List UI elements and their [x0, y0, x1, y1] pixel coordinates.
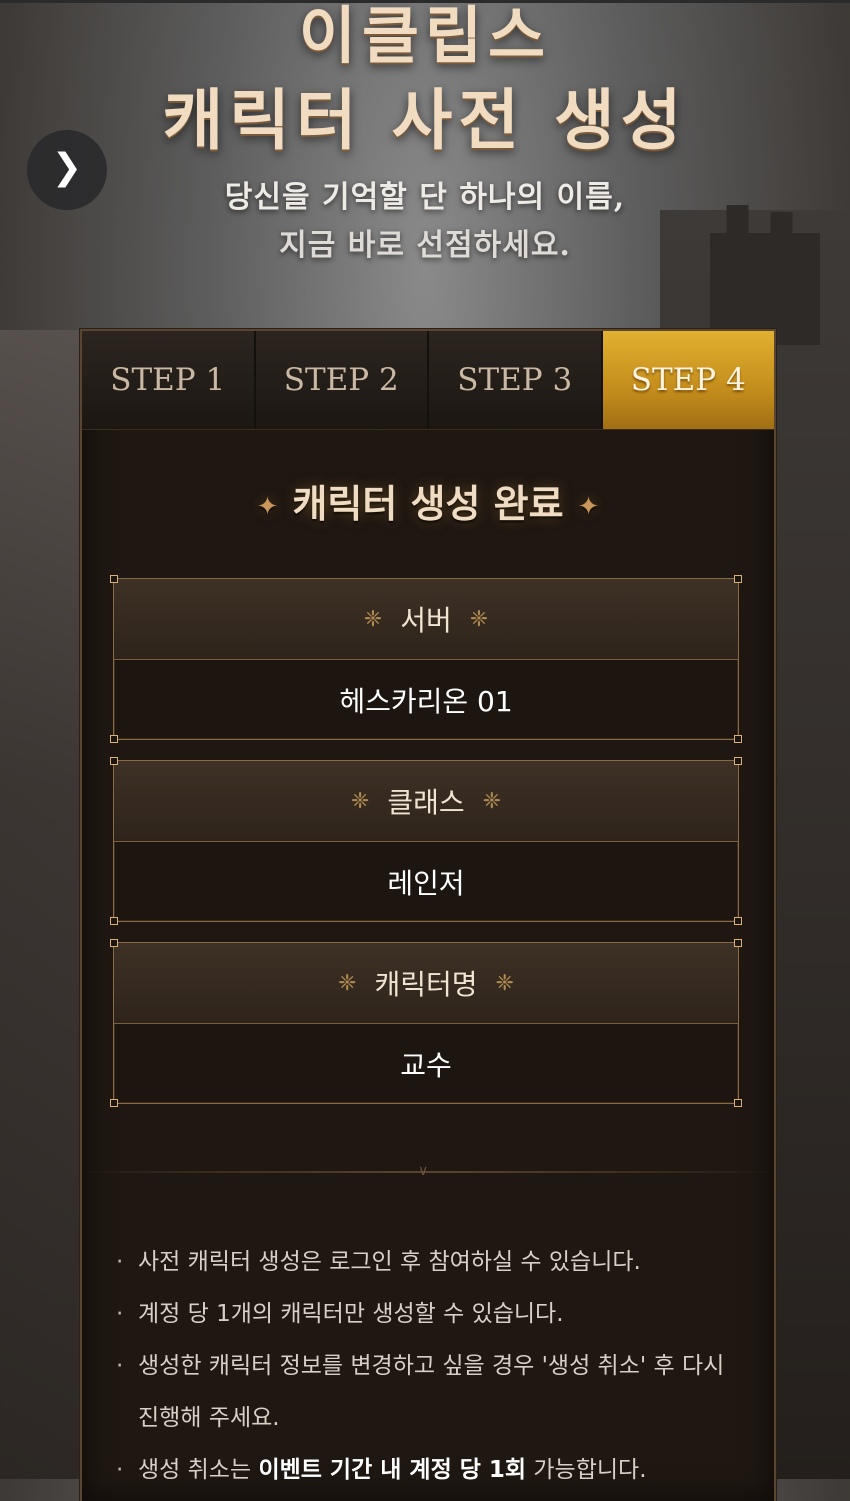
diamond-ornament-icon: ✦ — [256, 491, 279, 522]
server-label-row: ❈ 서버 ❈ — [114, 579, 738, 660]
server-info-box: ❈ 서버 ❈ 헤스카리온 01 — [110, 575, 742, 743]
next-slide-button[interactable]: ❯ — [27, 130, 107, 210]
diamond-ornament-icon: ✦ — [577, 491, 600, 522]
notice-list: 사전 캐릭터 생성은 로그인 후 참여하실 수 있습니다. 계정 당 1개의 캐… — [112, 1236, 752, 1496]
page-title-line1: 이클립스 — [298, 0, 552, 72]
notice-item: 사전 캐릭터 생성은 로그인 후 참여하실 수 있습니다. — [112, 1236, 752, 1288]
tab-step-4[interactable]: STEP 4 — [602, 331, 774, 429]
character-name-label: 캐릭터명 — [374, 968, 478, 1001]
class-info-box: ❈ 클래스 ❈ 레인저 — [110, 757, 742, 925]
notice-item: 생성 취소는 이벤트 기간 내 계정 당 1회 가능합니다. — [112, 1444, 752, 1496]
tab-step-2[interactable]: STEP 2 — [255, 331, 429, 429]
tab-step-1[interactable]: STEP 1 — [82, 331, 256, 429]
character-creation-panel: STEP 1 STEP 2 STEP 3 STEP 4 ✦ 캐릭터 생성 완료 ✦ … — [80, 329, 776, 1501]
class-label: 클래스 — [387, 786, 465, 819]
step-tabs: STEP 1 STEP 2 STEP 3 STEP 4 — [82, 331, 774, 430]
sparkle-icon: ❈ — [350, 788, 370, 814]
sparkle-icon: ❈ — [338, 970, 357, 996]
character-name-label-row: ❈ 캐릭터명 ❈ — [114, 943, 738, 1024]
sparkle-icon: ❈ — [482, 788, 502, 814]
notice-item: 생성한 캐릭터 정보를 변경하고 싶을 경우 '생성 취소' 후 다시진행해 주… — [112, 1340, 752, 1444]
class-value: 레인저 — [387, 866, 465, 900]
character-name-info-box: ❈ 캐릭터명 ❈ 교수 — [110, 939, 742, 1107]
subtitle-line2: 지금 바로 선점하세요. — [279, 228, 571, 263]
server-value: 헤스카리온 01 — [339, 684, 513, 718]
server-label: 서버 — [400, 604, 452, 637]
divider-ornament-icon: ∨ — [418, 1163, 429, 1179]
chevron-right-icon: ❯ — [51, 147, 83, 188]
tab-step-3[interactable]: STEP 3 — [429, 331, 603, 429]
sparkle-icon: ❈ — [495, 970, 514, 996]
completion-heading: ✦ 캐릭터 생성 완료 ✦ — [82, 473, 774, 528]
subtitle-line1: 당신을 기억할 단 하나의 이름, — [224, 180, 626, 215]
completion-title: 캐릭터 생성 완료 — [292, 482, 564, 526]
class-label-row: ❈ 클래스 ❈ — [114, 761, 738, 842]
sparkle-icon: ❈ — [363, 606, 383, 632]
notice-item: 계정 당 1개의 캐릭터만 생성할 수 있습니다. — [112, 1288, 752, 1340]
page-title-line2: 캐릭터 사전 생성 — [162, 81, 688, 159]
character-name-value: 교수 — [400, 1048, 452, 1082]
sparkle-icon: ❈ — [469, 606, 489, 632]
